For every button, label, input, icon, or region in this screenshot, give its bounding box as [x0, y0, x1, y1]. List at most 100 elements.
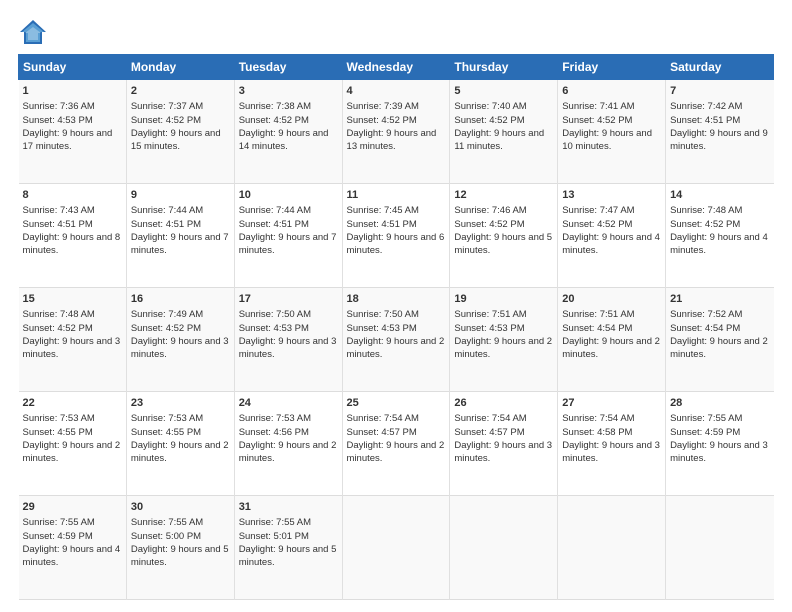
sunrise-label: Sunrise: 7:50 AM — [239, 309, 311, 320]
sunset-label: Sunset: 4:52 PM — [562, 219, 632, 230]
sunset-label: Sunset: 4:58 PM — [562, 427, 632, 438]
day-number: 6 — [562, 84, 661, 99]
day-cell: 16 Sunrise: 7:49 AM Sunset: 4:52 PM Dayl… — [126, 288, 234, 392]
sunrise-label: Sunrise: 7:55 AM — [670, 413, 742, 424]
sunrise-label: Sunrise: 7:39 AM — [347, 101, 419, 112]
day-number: 2 — [131, 84, 230, 99]
daylight-label: Daylight: 9 hours and 5 minutes. — [454, 232, 552, 256]
page: Sunday Monday Tuesday Wednesday Thursday… — [0, 0, 792, 612]
day-cell: 21 Sunrise: 7:52 AM Sunset: 4:54 PM Dayl… — [666, 288, 774, 392]
day-cell: 15 Sunrise: 7:48 AM Sunset: 4:52 PM Dayl… — [19, 288, 127, 392]
sunset-label: Sunset: 5:00 PM — [131, 531, 201, 542]
day-cell: 8 Sunrise: 7:43 AM Sunset: 4:51 PM Dayli… — [19, 184, 127, 288]
day-cell: 12 Sunrise: 7:46 AM Sunset: 4:52 PM Dayl… — [450, 184, 558, 288]
daylight-label: Daylight: 9 hours and 10 minutes. — [562, 128, 652, 152]
daylight-label: Daylight: 9 hours and 4 minutes. — [562, 232, 660, 256]
table-row: 8 Sunrise: 7:43 AM Sunset: 4:51 PM Dayli… — [19, 184, 774, 288]
daylight-label: Daylight: 9 hours and 3 minutes. — [454, 440, 552, 464]
table-row: 22 Sunrise: 7:53 AM Sunset: 4:55 PM Dayl… — [19, 392, 774, 496]
sunset-label: Sunset: 4:51 PM — [239, 219, 309, 230]
day-number: 3 — [239, 84, 338, 99]
day-cell: 1 Sunrise: 7:36 AM Sunset: 4:53 PM Dayli… — [19, 80, 127, 184]
daylight-label: Daylight: 9 hours and 3 minutes. — [562, 440, 660, 464]
daylight-label: Daylight: 9 hours and 2 minutes. — [23, 440, 121, 464]
sunset-label: Sunset: 4:55 PM — [23, 427, 93, 438]
daylight-label: Daylight: 9 hours and 13 minutes. — [347, 128, 437, 152]
day-number: 25 — [347, 396, 446, 411]
daylight-label: Daylight: 9 hours and 5 minutes. — [131, 544, 229, 568]
day-cell: 17 Sunrise: 7:50 AM Sunset: 4:53 PM Dayl… — [234, 288, 342, 392]
day-cell: 7 Sunrise: 7:42 AM Sunset: 4:51 PM Dayli… — [666, 80, 774, 184]
day-cell: 19 Sunrise: 7:51 AM Sunset: 4:53 PM Dayl… — [450, 288, 558, 392]
day-number: 16 — [131, 292, 230, 307]
day-number: 18 — [347, 292, 446, 307]
day-cell: 31 Sunrise: 7:55 AM Sunset: 5:01 PM Dayl… — [234, 496, 342, 600]
day-number: 1 — [23, 84, 122, 99]
daylight-label: Daylight: 9 hours and 17 minutes. — [23, 128, 113, 152]
sunset-label: Sunset: 4:51 PM — [23, 219, 93, 230]
sunrise-label: Sunrise: 7:36 AM — [23, 101, 95, 112]
day-cell: 26 Sunrise: 7:54 AM Sunset: 4:57 PM Dayl… — [450, 392, 558, 496]
sunset-label: Sunset: 4:52 PM — [131, 323, 201, 334]
sunrise-label: Sunrise: 7:44 AM — [239, 205, 311, 216]
empty-cell — [342, 496, 450, 600]
day-number: 21 — [670, 292, 769, 307]
sunrise-label: Sunrise: 7:47 AM — [562, 205, 634, 216]
day-number: 9 — [131, 188, 230, 203]
sunrise-label: Sunrise: 7:51 AM — [454, 309, 526, 320]
sunset-label: Sunset: 4:54 PM — [670, 323, 740, 334]
day-cell: 20 Sunrise: 7:51 AM Sunset: 4:54 PM Dayl… — [558, 288, 666, 392]
sunrise-label: Sunrise: 7:48 AM — [670, 205, 742, 216]
sunset-label: Sunset: 4:57 PM — [454, 427, 524, 438]
empty-cell — [666, 496, 774, 600]
day-cell: 30 Sunrise: 7:55 AM Sunset: 5:00 PM Dayl… — [126, 496, 234, 600]
sunset-label: Sunset: 4:51 PM — [670, 115, 740, 126]
daylight-label: Daylight: 9 hours and 14 minutes. — [239, 128, 329, 152]
day-cell: 6 Sunrise: 7:41 AM Sunset: 4:52 PM Dayli… — [558, 80, 666, 184]
day-cell: 5 Sunrise: 7:40 AM Sunset: 4:52 PM Dayli… — [450, 80, 558, 184]
sunset-label: Sunset: 4:52 PM — [23, 323, 93, 334]
day-cell: 3 Sunrise: 7:38 AM Sunset: 4:52 PM Dayli… — [234, 80, 342, 184]
sunset-label: Sunset: 4:59 PM — [670, 427, 740, 438]
daylight-label: Daylight: 9 hours and 7 minutes. — [131, 232, 229, 256]
sunrise-label: Sunrise: 7:37 AM — [131, 101, 203, 112]
daylight-label: Daylight: 9 hours and 7 minutes. — [239, 232, 337, 256]
sunrise-label: Sunrise: 7:50 AM — [347, 309, 419, 320]
day-number: 19 — [454, 292, 553, 307]
day-number: 14 — [670, 188, 769, 203]
day-cell: 22 Sunrise: 7:53 AM Sunset: 4:55 PM Dayl… — [19, 392, 127, 496]
day-number: 23 — [131, 396, 230, 411]
daylight-label: Daylight: 9 hours and 11 minutes. — [454, 128, 544, 152]
day-cell: 4 Sunrise: 7:39 AM Sunset: 4:52 PM Dayli… — [342, 80, 450, 184]
sunrise-label: Sunrise: 7:42 AM — [670, 101, 742, 112]
sunrise-label: Sunrise: 7:46 AM — [454, 205, 526, 216]
calendar-table: Sunday Monday Tuesday Wednesday Thursday… — [18, 54, 774, 600]
col-thursday: Thursday — [450, 55, 558, 80]
daylight-label: Daylight: 9 hours and 2 minutes. — [562, 336, 660, 360]
daylight-label: Daylight: 9 hours and 9 minutes. — [670, 128, 768, 152]
day-cell: 29 Sunrise: 7:55 AM Sunset: 4:59 PM Dayl… — [19, 496, 127, 600]
sunrise-label: Sunrise: 7:49 AM — [131, 309, 203, 320]
empty-cell — [558, 496, 666, 600]
sunset-label: Sunset: 4:56 PM — [239, 427, 309, 438]
sunset-label: Sunset: 4:53 PM — [239, 323, 309, 334]
day-cell: 9 Sunrise: 7:44 AM Sunset: 4:51 PM Dayli… — [126, 184, 234, 288]
sunrise-label: Sunrise: 7:54 AM — [454, 413, 526, 424]
sunrise-label: Sunrise: 7:52 AM — [670, 309, 742, 320]
sunset-label: Sunset: 4:54 PM — [562, 323, 632, 334]
sunrise-label: Sunrise: 7:41 AM — [562, 101, 634, 112]
sunrise-label: Sunrise: 7:54 AM — [347, 413, 419, 424]
sunset-label: Sunset: 4:51 PM — [131, 219, 201, 230]
logo — [18, 18, 52, 46]
day-cell: 27 Sunrise: 7:54 AM Sunset: 4:58 PM Dayl… — [558, 392, 666, 496]
sunrise-label: Sunrise: 7:38 AM — [239, 101, 311, 112]
daylight-label: Daylight: 9 hours and 3 minutes. — [23, 336, 121, 360]
daylight-label: Daylight: 9 hours and 2 minutes. — [131, 440, 229, 464]
daylight-label: Daylight: 9 hours and 2 minutes. — [454, 336, 552, 360]
daylight-label: Daylight: 9 hours and 2 minutes. — [239, 440, 337, 464]
sunset-label: Sunset: 4:59 PM — [23, 531, 93, 542]
daylight-label: Daylight: 9 hours and 3 minutes. — [670, 440, 768, 464]
sunrise-label: Sunrise: 7:44 AM — [131, 205, 203, 216]
day-number: 8 — [23, 188, 122, 203]
table-row: 15 Sunrise: 7:48 AM Sunset: 4:52 PM Dayl… — [19, 288, 774, 392]
